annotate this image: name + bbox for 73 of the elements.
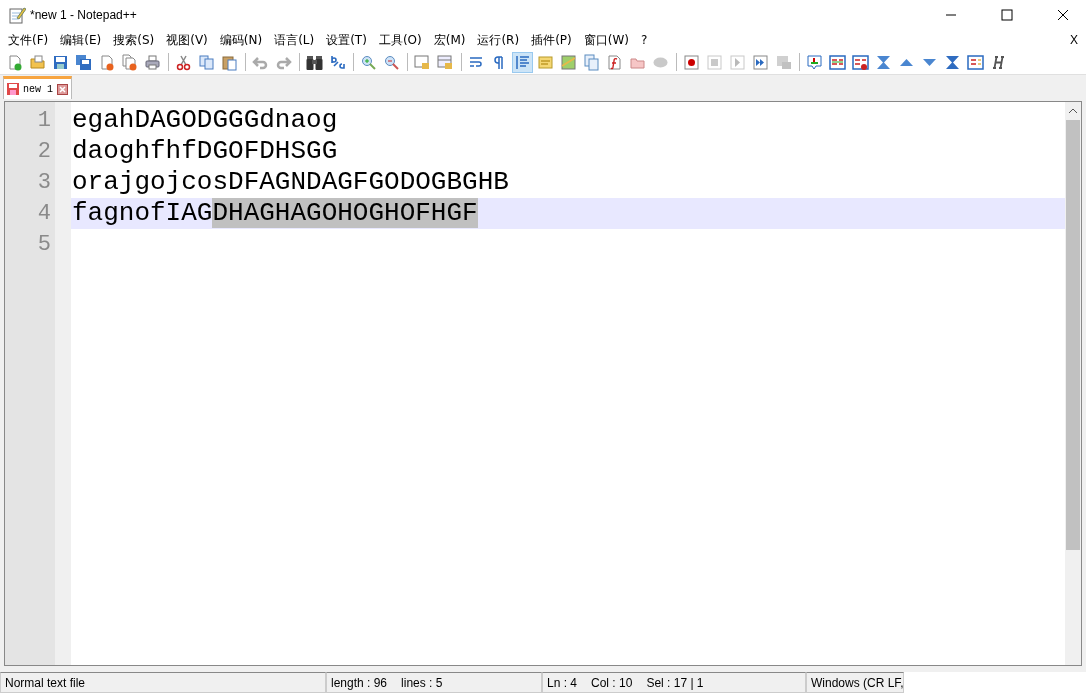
swap-curves-icon bbox=[329, 53, 346, 71]
printer-icon bbox=[144, 53, 161, 71]
fast-forward-icon bbox=[752, 53, 769, 71]
documents-button[interactable] bbox=[581, 51, 602, 73]
line-number: 2 bbox=[36, 138, 52, 166]
code-text: fagnofIAG bbox=[72, 198, 213, 228]
selection-label: Sel : 17 | 1 bbox=[646, 675, 704, 690]
code-text: orajgojcosDFAGNDAGFGODOGBGHB bbox=[72, 167, 509, 197]
binoculars-icon bbox=[306, 53, 323, 71]
window-lock-icon bbox=[437, 53, 454, 71]
menu-item[interactable]: 文件(F) bbox=[2, 31, 55, 49]
documents-icon bbox=[583, 53, 600, 71]
file-type-label: Normal text file bbox=[0, 672, 326, 693]
maximize-icon[interactable] bbox=[1001, 9, 1013, 21]
column-position-label: Col : 10 bbox=[591, 675, 633, 690]
menu-item[interactable]: 工具(O) bbox=[372, 31, 428, 49]
lines-label: lines : 5 bbox=[401, 675, 443, 690]
menu-item[interactable]: 语言(L) bbox=[268, 31, 321, 49]
function-page-icon bbox=[606, 53, 623, 71]
line-position-label: Ln : 4 bbox=[547, 675, 578, 690]
line-ending-label: Windows (CR LF, bbox=[806, 672, 904, 693]
line-number: 5 bbox=[36, 231, 52, 259]
window-lock-icon bbox=[414, 53, 431, 71]
hourglass-icon bbox=[944, 53, 961, 71]
document-tab[interactable]: new 1 bbox=[3, 76, 72, 99]
play-icon bbox=[729, 53, 746, 71]
menu-item[interactable]: 运行(R) bbox=[471, 31, 526, 49]
indent-guide-icon bbox=[514, 53, 531, 71]
scroll-up-icon[interactable] bbox=[1068, 108, 1078, 114]
italic-h-icon bbox=[990, 53, 1007, 71]
scissors-icon bbox=[175, 53, 192, 71]
menu-item[interactable]: 编辑(E) bbox=[54, 31, 108, 49]
menu-item[interactable]: ? bbox=[634, 33, 654, 47]
selected-text: DHAGHAGOHOGHOFHGF bbox=[212, 198, 478, 228]
line-number: 1 bbox=[36, 107, 52, 135]
line-number: 3 bbox=[36, 169, 52, 197]
close-icon[interactable] bbox=[1057, 9, 1069, 21]
record-icon bbox=[683, 53, 700, 71]
notepad-pencil-icon bbox=[8, 6, 26, 24]
menu-item[interactable]: 编码(N) bbox=[213, 31, 269, 49]
copy-icon bbox=[198, 53, 215, 71]
line-number: 4 bbox=[36, 200, 52, 228]
menu-item[interactable]: 窗口(W) bbox=[577, 31, 635, 49]
window-title: *new 1 - Notepad++ bbox=[30, 8, 137, 22]
zoom-out-icon bbox=[383, 53, 400, 71]
menu-item[interactable]: 插件(P) bbox=[525, 31, 578, 49]
grid-window-icon bbox=[775, 53, 792, 71]
bookmark-remove-icon bbox=[852, 53, 869, 71]
floppy-disks-icon bbox=[75, 53, 92, 71]
close-document-button[interactable]: X bbox=[1070, 33, 1078, 47]
menu-item[interactable]: 宏(M) bbox=[427, 31, 472, 49]
speech-bubble-icon bbox=[806, 53, 823, 71]
indent-guide-button[interactable] bbox=[512, 51, 533, 73]
map-icon bbox=[560, 53, 577, 71]
bookmark-list-icon bbox=[829, 53, 846, 71]
new-page-icon bbox=[6, 53, 23, 71]
menu-item[interactable]: 设置(T) bbox=[320, 31, 373, 49]
code-text: daoghfhfDGOFDHSGG bbox=[72, 136, 338, 166]
hourglass-icon bbox=[875, 53, 892, 71]
menu-item[interactable]: 搜索(S) bbox=[107, 31, 161, 49]
close-tab-icon[interactable] bbox=[57, 83, 68, 95]
page-remove-icon bbox=[98, 53, 115, 71]
zoom-in-icon bbox=[360, 53, 377, 71]
length-label: length : 96 bbox=[331, 675, 388, 690]
stop-icon bbox=[706, 53, 723, 71]
clipboard-icon bbox=[221, 53, 238, 71]
menu-item[interactable]: 视图(V) bbox=[160, 31, 214, 49]
code-text: egahDAGODGGGdnaog bbox=[72, 105, 338, 135]
folder-icon bbox=[29, 53, 46, 71]
panel-icon bbox=[967, 53, 984, 71]
vertical-scrollbar[interactable] bbox=[1065, 102, 1081, 665]
notepad-icon bbox=[537, 53, 554, 71]
pages-remove-icon bbox=[121, 53, 138, 71]
